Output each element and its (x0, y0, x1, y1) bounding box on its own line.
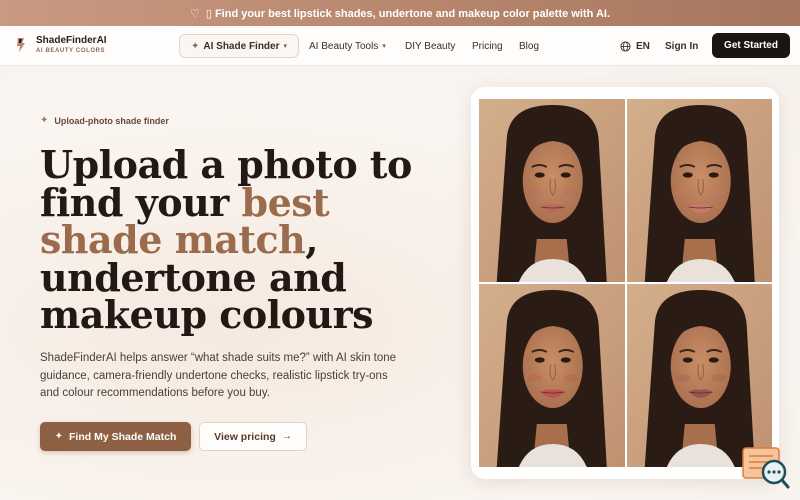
sparkle-icon: ✦ (190, 40, 200, 52)
shade-comparison-grid (479, 99, 772, 467)
button-label: View pricing (214, 430, 276, 443)
language-switcher[interactable]: EN (620, 34, 650, 58)
view-pricing-button[interactable]: View pricing → (199, 422, 307, 451)
promo-text: ▯ Find your best lipstick shades, undert… (205, 7, 611, 20)
nav-diy-beauty[interactable]: DIY Beauty (405, 34, 455, 58)
brand-logo-link[interactable]: ShadeFinderAI AI BEAUTY COLORS (14, 36, 107, 54)
globe-icon (620, 40, 631, 52)
headline-text: Upload a photo to find your (40, 142, 412, 225)
brand-tagline: AI BEAUTY COLORS (36, 48, 106, 54)
heart-icon: ♡ (189, 7, 200, 20)
hero-headline: Upload a photo to find your best shade m… (40, 146, 460, 334)
portrait-illustration (479, 284, 625, 467)
portrait-illustration (626, 99, 772, 282)
chevron-down-icon: ▾ (283, 43, 288, 50)
face-photo-3 (479, 284, 625, 467)
button-label: Find My Shade Match (69, 430, 177, 443)
nav-ai-shade-finder[interactable]: ✦ AI Shade Finder ▾ (179, 34, 299, 58)
face-photo-1 (479, 99, 625, 282)
language-label: EN (636, 40, 650, 52)
sparkle-icon: ✦ (40, 115, 49, 126)
nav-ai-beauty-tools[interactable]: AI Beauty Tools ▾ (309, 34, 386, 58)
sparkle-icon: ✦ (54, 431, 64, 442)
face-photo-2 (626, 99, 772, 282)
nav-blog[interactable]: Blog (519, 34, 539, 58)
portrait-illustration (626, 284, 772, 467)
hero-eyebrow: ✦ Upload-photo shade finder (40, 115, 169, 126)
portrait-illustration (479, 99, 625, 282)
get-started-button[interactable]: Get Started (712, 33, 790, 58)
hero-description: ShadeFinderAI helps answer “what shade s… (40, 352, 397, 399)
sign-in-link[interactable]: Sign In (665, 34, 698, 58)
chevron-down-icon: ▾ (382, 43, 386, 50)
nav-label: AI Beauty Tools (309, 40, 379, 52)
nav-label: DIY Beauty (405, 40, 456, 52)
top-navigation: ShadeFinderAI AI BEAUTY COLORS ✦ AI Shad… (0, 26, 800, 66)
brand-name: ShadeFinderAI (36, 35, 107, 46)
arrow-right-icon: → (281, 431, 292, 442)
eyebrow-label: Upload-photo shade finder (54, 115, 169, 126)
nav-label: Pricing (472, 40, 503, 52)
nav-pricing[interactable]: Pricing (472, 34, 503, 58)
nav-label: Blog (519, 40, 540, 52)
find-shade-match-button[interactable]: ✦ Find My Shade Match (40, 422, 191, 451)
brand-logo-icon (17, 38, 25, 52)
chat-support-icon[interactable] (741, 446, 791, 490)
nav-label: AI Shade Finder (203, 40, 280, 52)
face-photo-4 (626, 284, 772, 467)
promo-banner[interactable]: ♡ ▯ Find your best lipstick shades, unde… (0, 0, 800, 26)
